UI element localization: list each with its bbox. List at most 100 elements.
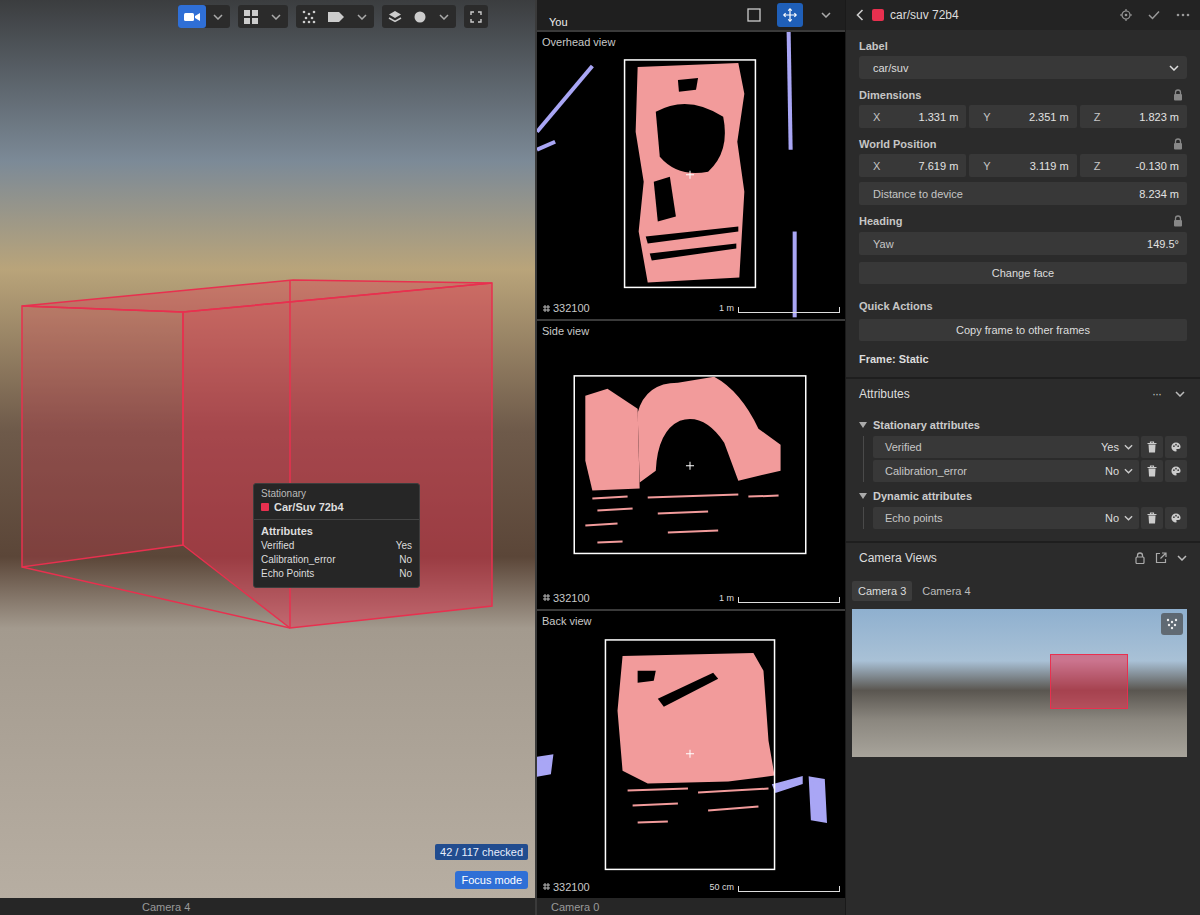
point-cloud-view[interactable]: Overhead view 332100 1 m (537, 32, 845, 319)
palette-icon (1171, 441, 1181, 453)
fullscreen-button[interactable] (464, 5, 488, 28)
collapse-button[interactable] (1173, 389, 1187, 399)
delete-attribute-button[interactable] (1141, 507, 1163, 529)
shape-button[interactable] (408, 5, 432, 28)
attribute-rows: Verified Yes Calibration_error No (863, 436, 1187, 482)
object-points (633, 803, 678, 805)
attribute-select[interactable]: Echo points No (873, 507, 1139, 529)
change-face-button[interactable]: Change face (859, 262, 1187, 284)
object-points (668, 531, 718, 533)
bounding-frame[interactable] (605, 640, 774, 869)
attribute-color-button[interactable] (1165, 436, 1187, 458)
object-points (638, 377, 781, 483)
lock-icon[interactable] (1135, 552, 1145, 564)
square-icon (747, 8, 761, 22)
views-tools (741, 3, 839, 27)
dimensions-group: Dimensions X1.331 mY2.351 mZ1.823 m (859, 89, 1187, 128)
copy-frame-button[interactable]: Copy frame to other frames (859, 319, 1187, 341)
layers-button[interactable] (382, 5, 408, 28)
bounding-frame[interactable] (625, 60, 756, 287)
layout-dropdown[interactable] (264, 5, 288, 28)
camera-mode-button[interactable] (178, 5, 206, 28)
camera-preview[interactable] (852, 609, 1187, 757)
back-icon (856, 9, 864, 21)
inspector-title: car/suv 72b4 (890, 8, 1112, 22)
label-color-swatch (872, 9, 884, 21)
attribute-color-button[interactable] (1165, 507, 1187, 529)
camera-thumb-label[interactable]: Camera 0 (537, 898, 845, 915)
attribute-color-button[interactable] (1165, 460, 1187, 482)
bounding-frame[interactable] (574, 376, 806, 554)
point-cloud-view[interactable]: Back view 332100 50 cm (537, 611, 845, 898)
external-link-icon[interactable] (1155, 552, 1167, 564)
number-field[interactable]: Y3.119 m (969, 154, 1076, 177)
attribute-group-title[interactable]: Dynamic attributes (859, 490, 1187, 502)
preview-annotation-box (1050, 654, 1128, 709)
frame-number: 332100 (542, 302, 590, 314)
object-points (585, 524, 617, 526)
delete-attribute-button[interactable] (1141, 436, 1163, 458)
scale-bar: 50 cm (709, 882, 840, 892)
frame-icon (542, 882, 551, 891)
attributes-actions: ··· (1150, 385, 1187, 403)
preview-expand-button[interactable] (1161, 613, 1183, 635)
labels-dropdown[interactable] (350, 5, 374, 28)
camera-tab[interactable]: Camera 4 (916, 581, 976, 601)
chevron-down-icon (1124, 444, 1133, 450)
frame-number: 332100 (542, 592, 590, 604)
ground-points (537, 66, 592, 132)
camera-tab[interactable]: Camera 3 (852, 581, 912, 601)
quick-actions-group: Quick Actions Copy frame to other frames (859, 300, 1187, 341)
confirm-button[interactable] (1146, 8, 1162, 22)
checked-badge: 42 / 117 checked (435, 844, 528, 860)
number-field[interactable]: Y2.351 m (969, 105, 1076, 128)
lock-icon[interactable] (1173, 215, 1183, 227)
camera-mode-dropdown[interactable] (206, 5, 230, 28)
yaw-field[interactable]: Yaw149.5° (859, 232, 1187, 255)
point-cloud-view[interactable]: Side view 332100 1 m (537, 321, 845, 608)
tooltip-label: Car/Suv 72b4 (261, 501, 412, 513)
attributes-more-button[interactable]: ··· (1150, 385, 1163, 403)
center-cross-icon (686, 171, 694, 179)
number-field[interactable]: X1.331 m (859, 105, 966, 128)
tooltip-row: VerifiedYes (261, 539, 412, 553)
number-field[interactable]: X7.619 m (859, 154, 966, 177)
select-tool-button[interactable] (741, 3, 767, 27)
trash-icon (1147, 512, 1157, 524)
shape-dropdown[interactable] (432, 5, 456, 28)
annotation-box[interactable] (0, 0, 535, 898)
attribute-select[interactable]: Verified Yes (873, 436, 1139, 458)
frame-state: Frame: Static (859, 353, 1187, 373)
group-title-row: Heading (859, 215, 1187, 227)
xyz-fields: X1.331 mY2.351 mZ1.823 m (859, 105, 1187, 128)
points-button[interactable] (296, 5, 322, 28)
move-tool-button[interactable] (777, 3, 803, 27)
box-front-face (183, 283, 492, 628)
focus-mode-button[interactable]: Focus mode (455, 871, 528, 889)
heading-group: Heading Yaw149.5° Change face (859, 215, 1187, 284)
chevron-down-icon[interactable] (1177, 555, 1187, 561)
workspace: Stationary Car/Suv 72b4 Attributes Verif… (0, 0, 845, 915)
label-select[interactable]: car/suv (859, 56, 1187, 79)
tools-dropdown[interactable] (813, 3, 839, 27)
back-button[interactable] (854, 7, 866, 23)
number-field[interactable]: Z1.823 m (1080, 105, 1187, 128)
lock-icon[interactable] (1173, 89, 1183, 101)
camera-viewport[interactable]: Stationary Car/Suv 72b4 Attributes Verif… (0, 0, 535, 898)
attribute-group-title[interactable]: Stationary attributes (859, 419, 1187, 431)
attribute-select[interactable]: Calibration_error No (873, 460, 1139, 482)
camera-views-actions (1135, 552, 1187, 564)
layout-button[interactable] (238, 5, 264, 28)
chevron-down-icon (821, 12, 831, 18)
delete-attribute-button[interactable] (1141, 460, 1163, 482)
lock-icon[interactable] (1173, 138, 1183, 150)
object-points (748, 495, 778, 498)
attribute-group: Stationary attributes Verified Yes Calib… (859, 419, 1187, 482)
labels-button[interactable] (322, 5, 350, 28)
more-button[interactable] (1174, 11, 1192, 19)
number-field[interactable]: Z-0.130 m (1080, 154, 1187, 177)
camera-thumb-label[interactable]: Camera 4 (0, 898, 535, 915)
attributes-list: Stationary attributes Verified Yes Calib… (846, 409, 1200, 537)
focus-object-button[interactable] (1118, 7, 1134, 23)
ground-points (775, 778, 801, 790)
